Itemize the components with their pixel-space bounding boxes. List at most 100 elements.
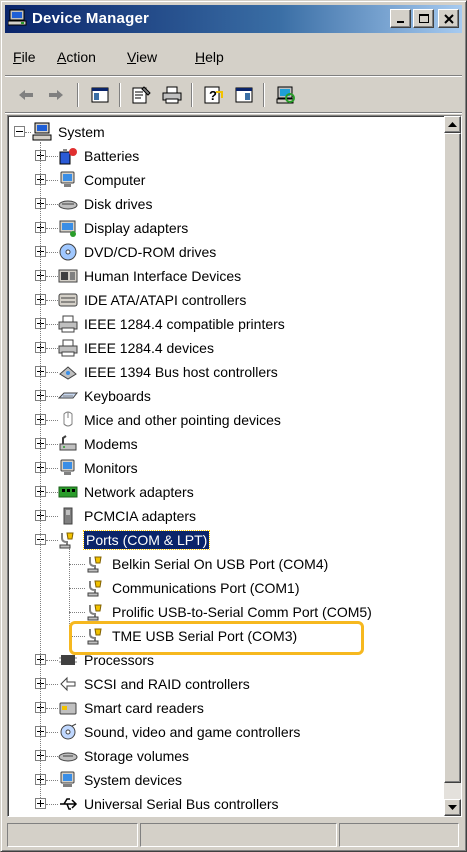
tree-item-modems-label: Modems — [84, 436, 138, 452]
status-bar — [5, 823, 462, 847]
disk-drive-icon — [58, 194, 78, 214]
tree-item-ports-com-lpt[interactable]: Ports (COM & LPT) — [58, 528, 211, 552]
tree-port-prolific-usb-to-serial-comm-port-com5-label: Prolific USB-to-Serial Comm Port (COM5) — [112, 604, 372, 620]
tree-connector — [46, 540, 58, 541]
tree-item-computer[interactable]: Computer — [58, 168, 145, 192]
tree-item-display-adapters-label: Display adapters — [84, 220, 189, 236]
expand-toggle[interactable] — [35, 798, 46, 809]
properties-icon — [132, 86, 151, 104]
tree-item-smart-card-readers[interactable]: Smart card readers — [58, 696, 204, 720]
title-bar[interactable]: Device Manager — [5, 5, 462, 33]
device-tree[interactable]: System Batteries Computer Disk drives Displa… — [7, 115, 462, 817]
tree-item-scsi-and-raid-controllers[interactable]: SCSI and RAID controllers — [58, 672, 250, 696]
tree-item-disk-drives[interactable]: Disk drives — [58, 192, 152, 216]
tree-item-universal-serial-bus-controllers[interactable]: Universal Serial Bus controllers — [58, 792, 279, 816]
tree-connector — [40, 142, 41, 798]
firewire-icon — [58, 362, 78, 382]
print-button[interactable] — [159, 82, 185, 108]
tree-connector — [46, 156, 58, 157]
tree-item-system-devices[interactable]: System devices — [58, 768, 182, 792]
help-icon: ? — [204, 86, 223, 104]
tree-item-system-devices-label: System devices — [84, 772, 183, 788]
tree-item-modems[interactable]: Modems — [58, 432, 138, 456]
tree-item-display-adapters[interactable]: Display adapters — [58, 216, 188, 240]
tree-item-ide-ata-atapi-controllers[interactable]: IDE ATA/ATAPI controllers — [58, 288, 246, 312]
tree-connector — [46, 756, 58, 757]
maximize-button[interactable] — [413, 9, 434, 28]
scroll-up-button[interactable] — [444, 116, 461, 133]
show-hide-console-tree-button[interactable] — [87, 82, 113, 108]
tree-item-storage-volumes[interactable]: Storage volumes — [58, 744, 189, 768]
toolbar-separator — [119, 83, 121, 107]
menu-help-rest: elp — [205, 49, 224, 65]
tree-connector — [46, 708, 58, 709]
tree-connector — [46, 492, 58, 493]
tree-connector — [69, 612, 85, 613]
tree-item-ieee-1394-bus-host-controllers[interactable]: IEEE 1394 Bus host controllers — [58, 360, 278, 384]
tree-connector — [46, 732, 58, 733]
tree-port-belkin-serial-on-usb-port-com4[interactable]: Belkin Serial On USB Port (COM4) — [86, 552, 328, 576]
tree-item-pcmcia-adapters-label: PCMCIA adapters — [84, 508, 197, 524]
scsi-icon — [58, 674, 78, 694]
menu-view[interactable]: View — [127, 49, 157, 65]
tree-connector — [46, 804, 58, 805]
toolbar-separator — [263, 83, 265, 107]
tree-item-pcmcia-adapters[interactable]: PCMCIA adapters — [58, 504, 196, 528]
menu-file[interactable]: File — [13, 49, 36, 65]
tree-item-monitors[interactable]: Monitors — [58, 456, 138, 480]
modem-icon — [58, 434, 78, 454]
tree-item-ieee-1284-4-devices-label: IEEE 1284.4 devices — [84, 340, 214, 356]
properties-button[interactable] — [129, 82, 155, 108]
hid-icon — [58, 266, 78, 286]
monitor-icon — [58, 458, 78, 478]
help-button[interactable]: ? — [201, 82, 227, 108]
port-icon — [86, 578, 106, 598]
scroll-down-button[interactable] — [444, 799, 461, 816]
tree-item-ieee-1394-bus-host-controllers-label: IEEE 1394 Bus host controllers — [84, 364, 278, 380]
back-button[interactable] — [13, 82, 39, 108]
tree-connector — [46, 228, 58, 229]
tree-item-mice-and-other-pointing-devices-label: Mice and other pointing devices — [84, 412, 281, 428]
tree-item-ide-ata-atapi-controllers-label: IDE ATA/ATAPI controllers — [84, 292, 247, 308]
printer-icon — [58, 338, 78, 358]
menu-action[interactable]: Action — [57, 49, 96, 65]
maximize-icon — [418, 13, 429, 23]
ide-controller-icon — [58, 290, 78, 310]
menu-help[interactable]: Help — [195, 49, 224, 65]
toolbar-divider — [5, 112, 462, 114]
keyboard-icon — [58, 386, 78, 406]
scan-hardware-button[interactable] — [273, 82, 299, 108]
tree-connector — [46, 468, 58, 469]
device-manager-window: Device Manager File Action View Help ? S… — [0, 0, 467, 852]
tree-item-ieee-1284-4-compatible-printers[interactable]: IEEE 1284.4 compatible printers — [58, 312, 285, 336]
tree-root-system[interactable]: System — [32, 120, 105, 144]
menu-file-accel: F — [13, 49, 22, 65]
tree-connector — [69, 588, 85, 589]
usb-icon — [58, 794, 78, 814]
tree-item-keyboards[interactable]: Keyboards — [58, 384, 151, 408]
tree-item-mice-and-other-pointing-devices[interactable]: Mice and other pointing devices — [58, 408, 281, 432]
close-button[interactable] — [438, 9, 459, 28]
scrollbar-thumb[interactable] — [444, 133, 461, 783]
tree-item-human-interface-devices[interactable]: Human Interface Devices — [58, 264, 241, 288]
battery-icon — [58, 146, 78, 166]
tree-item-batteries[interactable]: Batteries — [58, 144, 139, 168]
menu-bar: File Action View Help — [5, 39, 462, 75]
tree-port-communications-port-com1[interactable]: Communications Port (COM1) — [86, 576, 300, 600]
sound-icon — [58, 722, 78, 742]
tree-connector — [46, 204, 58, 205]
collapse-toggle[interactable] — [14, 126, 25, 137]
tree-item-network-adapters[interactable]: Network adapters — [58, 480, 194, 504]
vertical-scrollbar[interactable] — [444, 116, 461, 816]
toolbar-separator — [191, 83, 193, 107]
tree-item-human-interface-devices-label: Human Interface Devices — [84, 268, 242, 284]
plus-icon — [37, 800, 44, 807]
tree-item-dvd-cd-rom-drives[interactable]: DVD/CD-ROM drives — [58, 240, 216, 264]
show-hide-action-pane-button[interactable] — [231, 82, 257, 108]
forward-button[interactable] — [43, 82, 69, 108]
menu-help-accel: H — [195, 49, 206, 65]
forward-arrow-icon — [49, 90, 63, 100]
tree-item-ieee-1284-4-devices[interactable]: IEEE 1284.4 devices — [58, 336, 214, 360]
minimize-button[interactable] — [390, 9, 411, 28]
tree-item-sound-video-and-game-controllers[interactable]: Sound, video and game controllers — [58, 720, 300, 744]
